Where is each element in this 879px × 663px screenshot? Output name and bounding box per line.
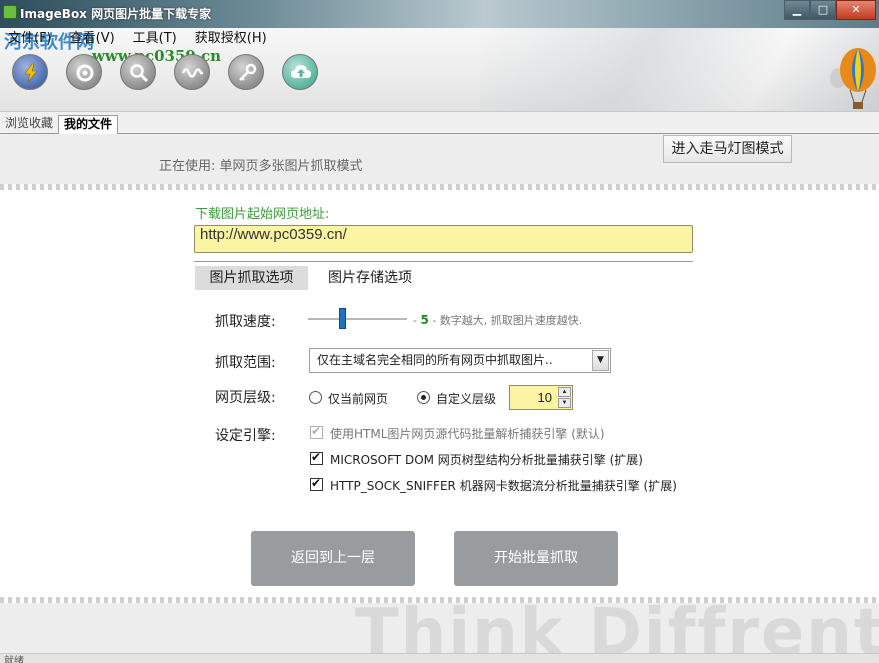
search-button[interactable] <box>120 54 156 90</box>
refresh-icon <box>76 64 94 82</box>
speed-hint-text: - 数字越大, 抓取图片速度越快. <box>428 314 583 327</box>
checkbox-dom-engine-label[interactable]: MICROSOFT DOM 网页树型结构分析批量捕获引擎 (扩展) <box>330 451 643 468</box>
menu-file[interactable]: 文件(F) <box>8 30 52 50</box>
minimize-icon: ▁ <box>792 3 802 16</box>
check-icon: ✔ <box>311 424 322 438</box>
title-bar: ImageBox 网页图片批量下载专家 ▁ □ ✕ <box>0 0 879 28</box>
maximize-button[interactable]: □ <box>810 0 836 20</box>
url-input[interactable]: http://www.pc0359.cn/ <box>194 225 693 253</box>
cloud-upload-icon <box>291 65 311 78</box>
refresh-button[interactable] <box>66 54 102 90</box>
stepper-down-icon[interactable]: ▼ <box>558 398 571 408</box>
level-value: 10 <box>537 390 552 405</box>
back-button[interactable]: 返回到上一层 <box>251 531 415 586</box>
url-input-value: http://www.pc0359.cn/ <box>200 226 347 243</box>
file-tab-strip: 浏览收藏 我的文件 <box>0 112 879 134</box>
stepper-up-icon[interactable]: ▲ <box>558 387 571 397</box>
header-decoration <box>480 28 879 111</box>
close-button[interactable]: ✕ <box>836 0 876 20</box>
maximize-icon: □ <box>817 3 829 16</box>
close-icon: ✕ <box>851 3 861 16</box>
checkbox-html-engine-label: 使用HTML图片网页源代码批量解析捕获引擎 (默认) <box>330 427 605 441</box>
radio-current-page[interactable] <box>309 391 322 404</box>
radio-custom-level-label[interactable]: 自定义层级 <box>436 390 496 407</box>
check-icon: ✔ <box>311 476 322 490</box>
range-label: 抓取范围: <box>215 355 276 371</box>
quick-grab-button[interactable] <box>12 54 48 90</box>
chevron-down-icon[interactable]: ▼ <box>592 350 609 371</box>
checkbox-dom-engine[interactable]: ✔ <box>310 450 323 465</box>
bolt-icon <box>24 63 38 83</box>
check-icon: ✔ <box>311 450 322 464</box>
tab-grab-options[interactable]: 图片抓取选项 <box>195 266 308 290</box>
footer-band: Think Diffrent <box>0 603 879 653</box>
tab-browse-favorites[interactable]: 浏览收藏 <box>0 115 58 134</box>
checkbox-sniffer-engine-label[interactable]: HTTP_SOCK_SNIFFER 机器网卡数据流分析批量捕获引擎 (扩展) <box>330 477 677 494</box>
speed-label: 抓取速度: <box>215 314 276 330</box>
current-mode-label: 正在使用: 单网页多张图片抓取模式 <box>159 159 363 174</box>
radio-current-page-label[interactable]: 仅当前网页 <box>328 390 388 407</box>
radio-selected-dot <box>421 395 426 400</box>
tab-storage-options[interactable]: 图片存储选项 <box>318 266 422 290</box>
app-icon <box>3 5 17 19</box>
search-icon <box>130 64 149 83</box>
header: 河东软件网 文件(F) 查看(V) 工具(T) 获取授权(H) www.pc03… <box>0 28 879 112</box>
status-text: 就绪 <box>4 656 24 663</box>
minimize-button[interactable]: ▁ <box>784 0 810 20</box>
start-batch-button[interactable]: 开始批量抓取 <box>454 531 618 586</box>
speed-slider-track[interactable] <box>308 318 407 320</box>
url-label: 下载图片起始网页地址: <box>195 207 330 222</box>
status-bar: 就绪 <box>0 653 879 663</box>
checkbox-html-engine: ✔ <box>310 424 323 439</box>
speed-slider-thumb[interactable] <box>339 308 347 329</box>
range-select[interactable]: 仅在主域名完全相同的所有网页中抓取图片.. ▼ <box>309 348 611 373</box>
speed-value: 5 <box>420 313 429 327</box>
checkbox-sniffer-engine[interactable]: ✔ <box>310 476 323 491</box>
radio-custom-level[interactable] <box>417 391 430 404</box>
hot-air-balloon-icon <box>830 48 876 109</box>
engine-label: 设定引擎: <box>215 428 276 444</box>
tab-my-files[interactable]: 我的文件 <box>58 115 119 134</box>
license-key-button[interactable] <box>228 54 264 90</box>
wave-icon <box>182 68 203 78</box>
speed-hint: - 5 - 数字越大, 抓取图片速度越快. <box>413 312 582 328</box>
divider <box>194 261 693 262</box>
key-icon <box>239 63 257 81</box>
marquee-mode-button[interactable]: 进入走马灯图模式 <box>663 135 792 163</box>
divider <box>0 184 879 190</box>
upload-button[interactable] <box>282 54 318 90</box>
range-select-value: 仅在主域名完全相同的所有网页中抓取图片.. <box>317 353 553 367</box>
slogan-text: Think Diffrent <box>355 603 879 653</box>
window-title: ImageBox 网页图片批量下载专家 <box>20 7 212 21</box>
level-stepper[interactable]: 10 ▲ ▼ <box>509 385 573 410</box>
monitor-button[interactable] <box>174 54 210 90</box>
level-label: 网页层级: <box>215 390 276 406</box>
